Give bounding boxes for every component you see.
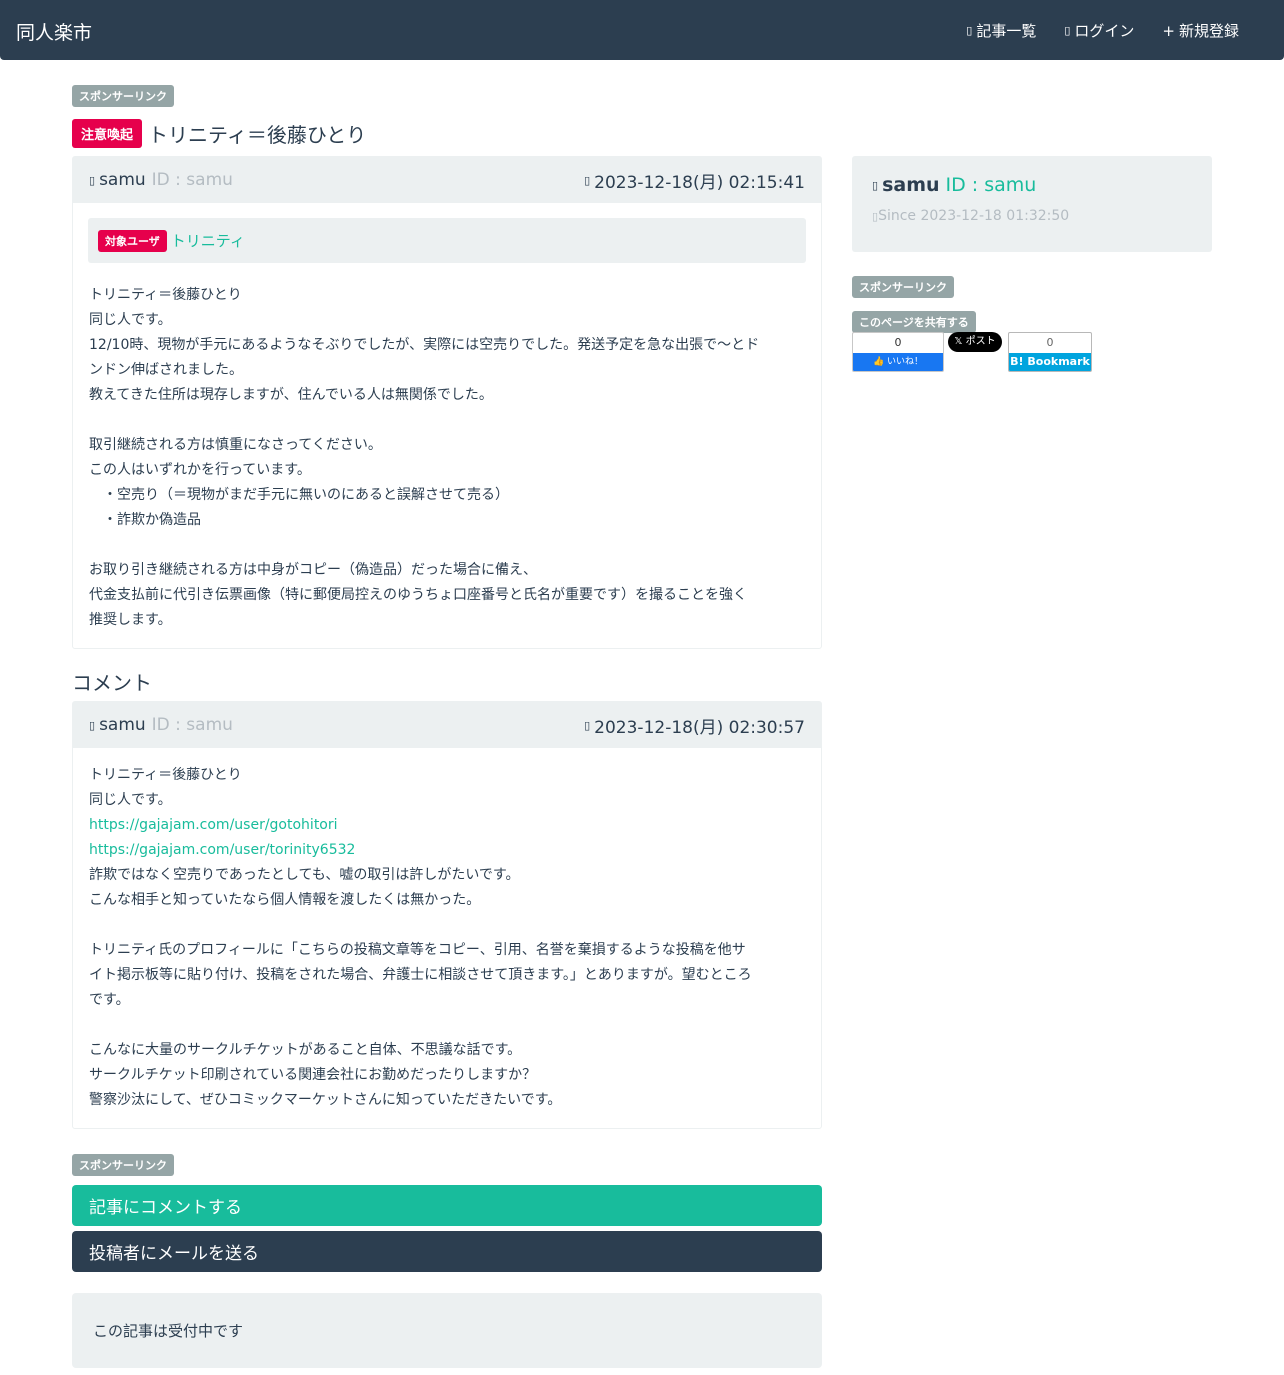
body-line: 同じ人です。 xyxy=(89,312,172,328)
body-line: トリニティ氏のプロフィールに「こちらの投稿文章等をコピー、引用、名誉を棄損するよ… xyxy=(89,942,746,958)
author-name: samu xyxy=(99,170,146,190)
body-line: こんなに大量のサークルチケットがあること自体、不思議な話です。 xyxy=(89,1042,522,1058)
nav-link-label: 記事一覧 xyxy=(976,22,1037,40)
body-line xyxy=(89,1013,805,1038)
article-panel: ▯ samu ID : samu ▯ 2023-12-18(月) 02:15:4… xyxy=(72,156,822,649)
article-header: ▯ samu ID : samu ▯ 2023-12-18(月) 02:15:4… xyxy=(73,157,821,203)
status-well: この記事は受付中です xyxy=(72,1293,822,1368)
clock-icon: ▯ xyxy=(584,718,591,732)
author-card-name[interactable]: ▯ samu ID : samu xyxy=(872,174,1192,196)
body-line: トリニティ＝後藤ひとり xyxy=(89,287,242,303)
author-id: ID : samu xyxy=(151,170,233,190)
sponsor-label-side: スポンサーリンク xyxy=(852,276,954,298)
nav-link-register[interactable]: + 新規登録 xyxy=(1162,20,1239,41)
nav-link-login[interactable]: ▯ ログイン xyxy=(1064,20,1134,41)
body-line xyxy=(89,913,805,938)
facebook-like-text: いいね！ xyxy=(887,357,924,367)
target-user-box: 対象ユーザ トリニティ xyxy=(88,218,806,263)
user-icon: ▯ xyxy=(89,718,96,732)
share-buttons: 0 👍 いいね！ 𝕏 ポスト 0 B! Bookmark xyxy=(852,332,1092,372)
body-line: 教えてきた住所は現存しますが、住んでいる人は無関係でした。 xyxy=(89,387,493,403)
author-card-id: ID : samu xyxy=(945,174,1037,196)
body-line: こんな相手と知っていたなら個人情報を渡したくは無かった。 xyxy=(89,892,481,908)
list-icon: ▯ xyxy=(966,24,973,37)
author-since-text: Since 2023-12-18 01:32:50 xyxy=(878,208,1070,224)
body-line: 12/10時、現物が手元にあるようなそぶりでしたが、実際には空売りでした。発送予… xyxy=(89,337,760,353)
comment-body: トリニティ＝後藤ひとり 同じ人です。 https://gajajam.com/u… xyxy=(73,763,821,1113)
body-line: ンドン伸ばされました。 xyxy=(89,362,243,378)
body-line: 推奨します。 xyxy=(89,612,172,628)
sponsor-label-top: スポンサーリンク xyxy=(72,85,174,107)
body-line: トリニティ＝後藤ひとり xyxy=(89,767,242,783)
comments-heading: コメント xyxy=(72,671,152,695)
sponsor-badge: スポンサーリンク xyxy=(852,276,954,298)
body-line xyxy=(89,408,805,433)
login-icon: ▯ xyxy=(1064,24,1071,37)
article-date: ▯ 2023-12-18(月) 02:15:41 xyxy=(584,168,805,193)
hatena-count: 0 xyxy=(1046,336,1054,349)
body-line: です。 xyxy=(89,992,130,1008)
comment-author-name: samu xyxy=(99,715,146,735)
facebook-like-button[interactable]: 0 👍 いいね！ xyxy=(852,332,944,372)
author-card-username: samu xyxy=(882,174,940,196)
plus-icon: + xyxy=(1162,21,1175,40)
thumbs-up-icon: 👍 xyxy=(872,357,885,367)
body-line: ・空売り（＝現物がまだ手元に無いのにあると誤解させて売る） xyxy=(89,487,509,503)
hatena-bookmark-button[interactable]: 0 B! Bookmark xyxy=(1008,332,1092,372)
comment-date-text: 2023-12-18(月) 02:30:57 xyxy=(594,717,805,738)
target-user-badge: 対象ユーザ xyxy=(98,229,167,252)
page-title: トリニティ＝後藤ひとり xyxy=(148,123,367,147)
body-line: 代金支払前に代引き伝票画像（特に郵便局控えのゆうちょ口座番号と氏名が重要です）を… xyxy=(89,587,747,603)
sponsor-label-bottom: スポンサーリンク xyxy=(72,1154,174,1176)
author-card: ▯ samu ID : samu ▯Since 2023-12-18 01:32… xyxy=(852,156,1212,252)
user-icon: ▯ xyxy=(872,178,879,192)
body-line: この人はいずれかを行っています。 xyxy=(89,462,311,478)
hatena-bookmark-label: B! Bookmark xyxy=(1009,353,1091,371)
body-line: 取引継続される方は慎重になさってください。 xyxy=(89,437,382,453)
mail-author-button[interactable]: 投稿者にメールを送る xyxy=(72,1231,822,1272)
profile-link[interactable]: https://gajajam.com/user/gotohitori xyxy=(89,813,805,838)
share-badge: このページを共有する xyxy=(852,311,976,333)
x-post-button[interactable]: 𝕏 ポスト xyxy=(948,332,1002,352)
comment-date: ▯ 2023-12-18(月) 02:30:57 xyxy=(584,713,805,738)
author-since: ▯Since 2023-12-18 01:32:50 xyxy=(872,208,1192,224)
nav-link-label: ログイン xyxy=(1074,22,1135,40)
article-title-row: 注意喚起 トリニティ＝後藤ひとり xyxy=(72,119,366,148)
body-line: 詐欺ではなく空売りであったとしても、嘘の取引は許しがたいです。 xyxy=(89,867,520,883)
body-line: 警察沙汰にして、ぜひコミックマーケットさんに知っていただきたいです。 xyxy=(89,1092,562,1108)
nav-link-label: 新規登録 xyxy=(1178,22,1239,40)
share-label: このページを共有する xyxy=(852,311,976,333)
body-line: 同じ人です。 xyxy=(89,792,172,808)
body-line: ・詐欺か偽造品 xyxy=(89,512,201,528)
user-icon: ▯ xyxy=(89,173,96,187)
comment-author[interactable]: ▯ samu ID : samu xyxy=(89,715,233,735)
status-text: この記事は受付中です xyxy=(93,1322,244,1340)
facebook-like-label: 👍 いいね！ xyxy=(853,353,943,371)
target-user-link[interactable]: トリニティ xyxy=(171,230,245,251)
facebook-count: 0 xyxy=(894,336,902,349)
nav-links: ▯ 記事一覧 ▯ ログイン + 新規登録 xyxy=(966,20,1239,41)
navbar: 同人楽市 ▯ 記事一覧 ▯ ログイン + 新規登録 xyxy=(0,0,1284,60)
comment-panel: ▯ samu ID : samu ▯ 2023-12-18(月) 02:30:5… xyxy=(72,701,822,1129)
site-brand[interactable]: 同人楽市 xyxy=(16,18,92,45)
clock-icon: ▯ xyxy=(584,173,591,187)
article-date-text: 2023-12-18(月) 02:15:41 xyxy=(594,172,805,193)
article-body: トリニティ＝後藤ひとり 同じ人です。 12/10時、現物が手元にあるようなそぶり… xyxy=(73,283,821,633)
body-line: サークルチケット印刷されている関連会社にお勤めだったりしますか？ xyxy=(89,1067,537,1083)
sponsor-badge: スポンサーリンク xyxy=(72,1154,174,1176)
body-line: お取り引き継続される方は中身がコピー（偽造品）だった場合に備え、 xyxy=(89,562,537,578)
article-author[interactable]: ▯ samu ID : samu xyxy=(89,170,233,190)
sponsor-badge: スポンサーリンク xyxy=(72,85,174,107)
comment-author-id: ID : samu xyxy=(151,715,233,735)
x-post-text: ポスト xyxy=(965,336,996,347)
x-logo-icon: 𝕏 xyxy=(954,336,963,347)
profile-link[interactable]: https://gajajam.com/user/torinity6532 xyxy=(89,838,805,863)
comment-header: ▯ samu ID : samu ▯ 2023-12-18(月) 02:30:5… xyxy=(73,702,821,748)
body-line xyxy=(89,533,805,558)
nav-link-articles[interactable]: ▯ 記事一覧 xyxy=(966,20,1036,41)
comment-button[interactable]: 記事にコメントする xyxy=(72,1185,822,1226)
category-badge: 注意喚起 xyxy=(72,119,143,148)
body-line: イト掲示板等に貼り付け、投稿をされた場合、弁護士に相談させて頂きます。」とありま… xyxy=(89,967,752,983)
